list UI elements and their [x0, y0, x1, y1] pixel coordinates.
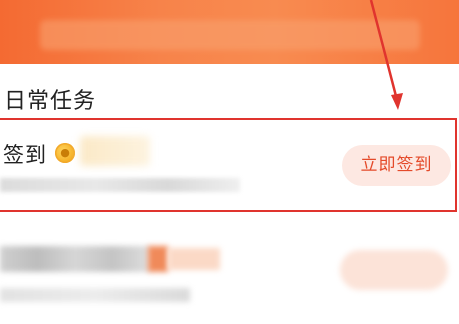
blurred-row-button[interactable]	[340, 250, 448, 290]
coin-icon: ●	[55, 143, 75, 163]
blurred-task-row	[0, 236, 459, 324]
task-description-blurred	[0, 178, 240, 192]
sign-in-button[interactable]: 立即签到	[342, 145, 451, 186]
header-banner	[0, 0, 459, 64]
blurred-row-tag	[168, 248, 220, 270]
blurred-row-accent	[148, 246, 168, 272]
banner-blurred-content	[40, 20, 420, 50]
blurred-row-text	[0, 246, 150, 272]
blurred-row-desc	[0, 288, 190, 302]
section-title: 日常任务	[4, 89, 97, 114]
task-name: 签到	[3, 143, 47, 167]
reward-blurred	[80, 136, 150, 166]
